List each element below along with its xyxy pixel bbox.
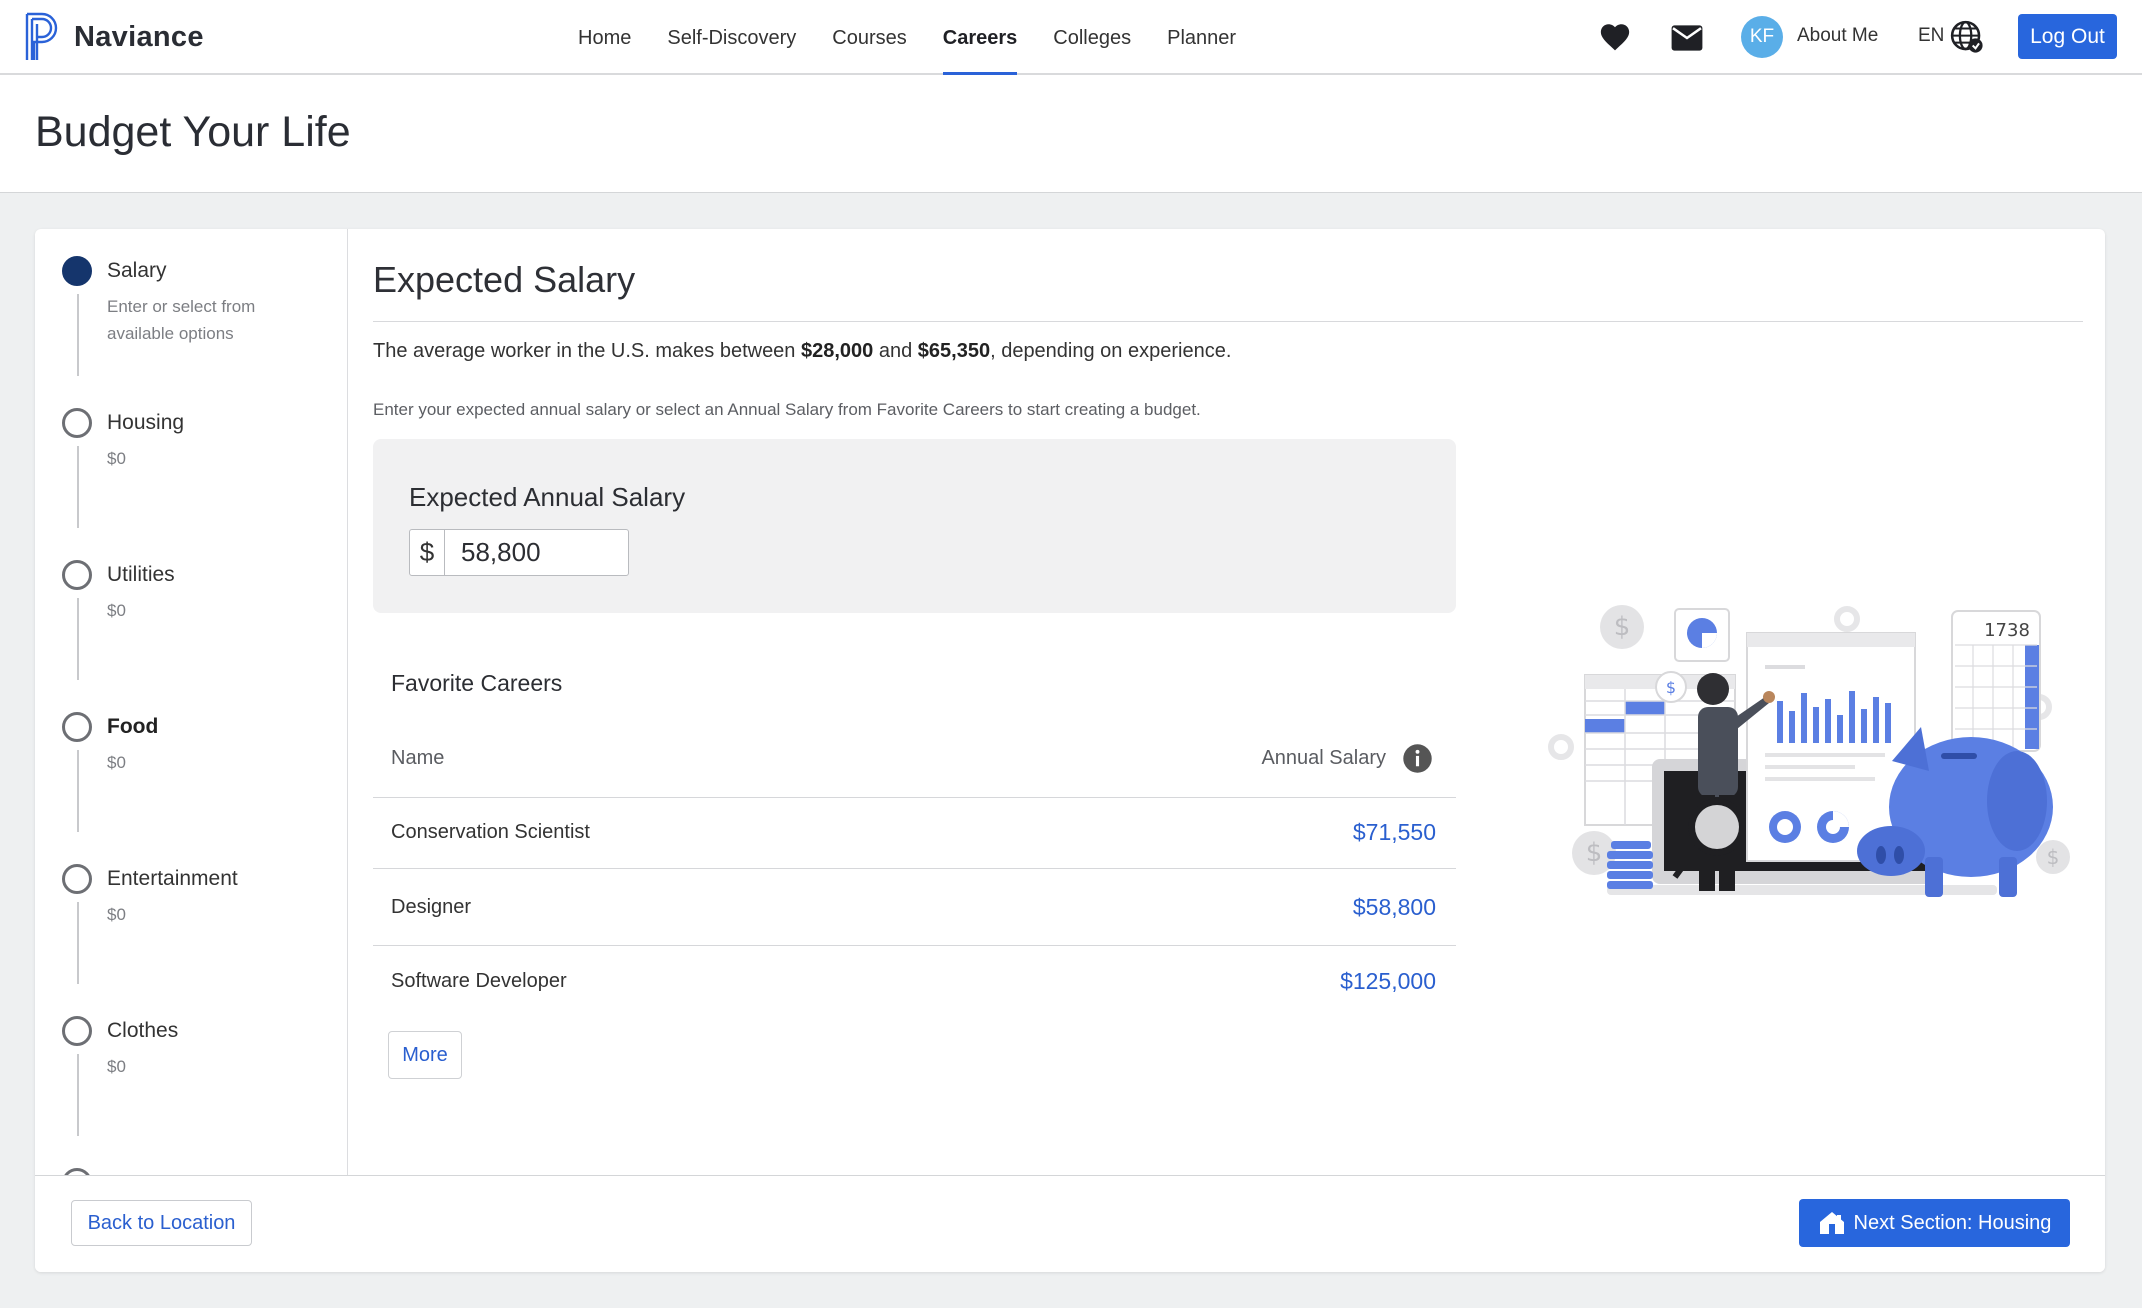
step-indicator — [62, 1168, 92, 1175]
back-to-location-button[interactable]: Back to Location — [71, 1200, 252, 1246]
step-clothes[interactable]: Clothes $0 — [35, 989, 347, 1141]
step-label: Utilities — [107, 563, 175, 586]
currency-symbol: $ — [410, 530, 445, 575]
favorite-careers-table: Name Annual Salary Conservation Scientis… — [373, 727, 1456, 1018]
favorites-heart-icon[interactable] — [1598, 20, 1632, 54]
divider — [373, 321, 2083, 322]
budget-card: Salary Enter or select from available op… — [35, 229, 2105, 1272]
career-salary-link[interactable]: $125,000 — [1340, 968, 1436, 995]
svg-text:$: $ — [2047, 845, 2060, 869]
column-header-salary: Annual Salary — [1261, 747, 1386, 769]
step-indicator — [62, 560, 92, 590]
section-title: Expected Salary — [373, 259, 636, 300]
step-label: Entertainment — [107, 867, 238, 890]
step-indicator — [62, 408, 92, 438]
step-label: Clothes — [107, 1019, 179, 1042]
favorite-careers-title: Favorite Careers — [391, 670, 563, 696]
step-connector — [77, 902, 79, 984]
intro-text: and — [873, 340, 918, 362]
step-amount: $0 — [107, 753, 126, 772]
expected-salary-panel: Expected Annual Salary $ — [373, 439, 1456, 613]
table-row: Software Developer $125,000 — [373, 946, 1456, 1018]
salary-hint-text: Enter your expected annual salary or sel… — [373, 400, 1201, 419]
naviance-logo[interactable]: Naviance — [24, 12, 204, 62]
nav-colleges[interactable]: Colleges — [1035, 0, 1149, 75]
step-amount: $0 — [107, 1057, 126, 1076]
about-me-link[interactable]: About Me — [1797, 25, 1878, 47]
table-row: Designer $58,800 — [373, 869, 1456, 946]
naviance-logo-icon — [25, 12, 58, 60]
step-label: Salary — [107, 259, 167, 282]
step-indicator — [62, 712, 92, 742]
page-header: Budget Your Life — [0, 75, 2142, 193]
app-name: Naviance — [74, 20, 204, 53]
career-name: Software Developer — [391, 970, 567, 992]
house-icon — [1819, 1212, 1844, 1234]
salary-low-value: $28,000 — [801, 340, 874, 362]
salary-intro-text: The average worker in the U.S. makes bet… — [373, 340, 1231, 363]
next-section-button[interactable]: Next Section: Housing — [1799, 1199, 2070, 1247]
step-utilities[interactable]: Utilities $0 — [35, 533, 347, 685]
step-amount: $0 — [107, 905, 126, 924]
svg-text:$: $ — [1614, 612, 1631, 642]
step-connector — [77, 294, 79, 376]
step-connector — [77, 750, 79, 832]
main-nav: Home Self-Discovery Courses Careers Coll… — [560, 0, 1254, 75]
info-icon[interactable] — [1402, 743, 1433, 774]
step-connector — [77, 1054, 79, 1136]
table-row: Conservation Scientist $71,550 — [373, 798, 1456, 869]
step-next-partial[interactable] — [35, 1141, 347, 1175]
step-connector — [77, 446, 79, 528]
nav-careers[interactable]: Careers — [925, 0, 1036, 75]
column-header-name: Name — [391, 747, 445, 769]
globe-icon[interactable] — [1950, 20, 1984, 54]
step-amount: $0 — [107, 449, 126, 468]
step-indicator — [62, 256, 92, 286]
nav-planner[interactable]: Planner — [1149, 0, 1254, 75]
svg-text:$: $ — [1586, 838, 1603, 868]
avatar[interactable]: KF — [1741, 16, 1783, 58]
expected-salary-input[interactable] — [445, 530, 627, 575]
budget-illustration: $ $ $ $ 1738 — [1548, 605, 2070, 897]
career-name: Designer — [391, 896, 472, 918]
page-title: Budget Your Life — [35, 108, 351, 156]
step-subtext: Enter or select from available options — [107, 297, 256, 343]
language-label[interactable]: EN — [1918, 25, 1944, 47]
step-connector — [77, 598, 79, 680]
career-name: Conservation Scientist — [391, 821, 590, 843]
step-indicator — [62, 864, 92, 894]
calculator-display: 1738 — [1984, 620, 2030, 641]
svg-text:$: $ — [1666, 678, 1676, 697]
career-salary-link[interactable]: $71,550 — [1353, 819, 1436, 846]
step-food[interactable]: Food $0 — [35, 685, 347, 837]
more-button[interactable]: More — [388, 1031, 462, 1079]
step-label: Housing — [107, 411, 185, 434]
logout-button[interactable]: Log Out — [2018, 14, 2117, 59]
step-indicator — [62, 1016, 92, 1046]
nav-home[interactable]: Home — [560, 0, 649, 75]
card-footer: Back to Location Next Section: Housing — [35, 1175, 2105, 1272]
nav-courses[interactable]: Courses — [814, 0, 924, 75]
career-salary-link[interactable]: $58,800 — [1353, 894, 1436, 921]
table-header: Name Annual Salary — [373, 727, 1456, 798]
intro-text: The average worker in the U.S. makes bet… — [373, 340, 801, 362]
step-label: Food — [107, 715, 159, 738]
step-housing[interactable]: Housing $0 — [35, 381, 347, 533]
next-section-label: Next Section: Housing — [1853, 1211, 2052, 1234]
expected-salary-label: Expected Annual Salary — [409, 482, 686, 512]
step-entertainment[interactable]: Entertainment $0 — [35, 837, 347, 989]
step-amount: $0 — [107, 601, 126, 620]
budget-steps-sidebar: Salary Enter or select from available op… — [35, 229, 348, 1175]
salary-input-group: $ — [409, 529, 629, 576]
step-salary[interactable]: Salary Enter or select from available op… — [35, 229, 347, 381]
mail-icon[interactable] — [1670, 24, 1704, 52]
nav-self-discovery[interactable]: Self-Discovery — [649, 0, 814, 75]
intro-text: , depending on experience. — [990, 340, 1232, 362]
salary-high-value: $65,350 — [917, 340, 991, 362]
top-navbar: Naviance Home Self-Discovery Courses Car… — [0, 0, 2142, 75]
